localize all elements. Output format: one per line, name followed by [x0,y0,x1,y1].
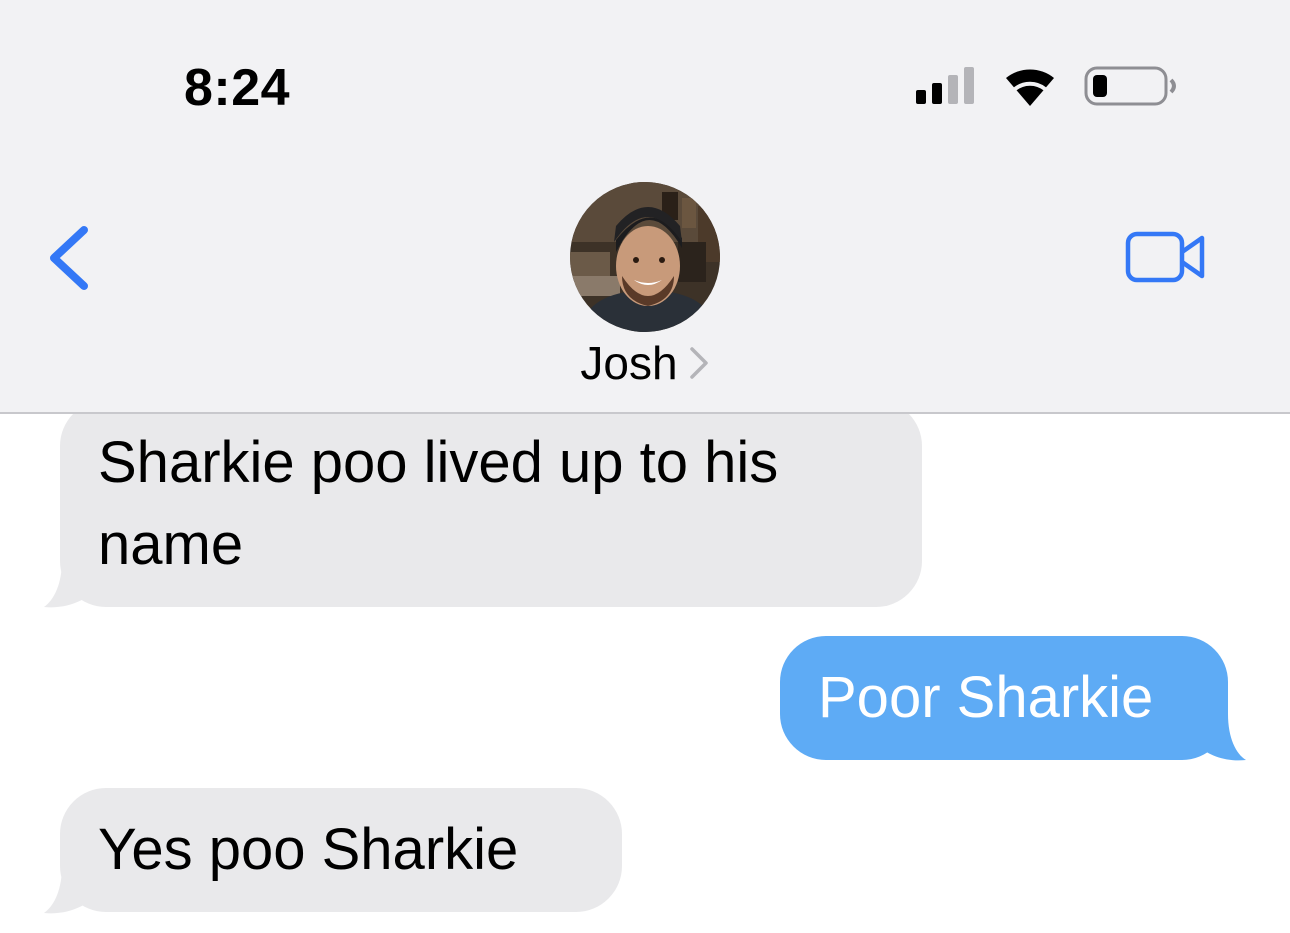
cellular-signal-icon [916,67,974,104]
facetime-video-button[interactable] [1118,224,1214,290]
avatar-photo [570,182,720,332]
message-text: Sharkie poo lived up to his name [98,430,779,577]
contact-name-button[interactable]: Josh [0,336,1290,390]
message-bubble-incoming[interactable]: Sharkie poo lived up to his name [60,400,922,607]
status-time: 8:24 [184,59,291,117]
wifi-icon [1002,64,1058,106]
messages-screen: Sharkie poo lived up to his name Poor Sh… [0,0,1290,933]
contact-name: Josh [580,337,678,389]
conversation-header: 8:24 Josh [0,0,1290,414]
message-bubble-outgoing[interactable]: Poor Sharkie [780,636,1228,760]
video-camera-icon [1125,231,1205,283]
avatar[interactable] [570,182,720,332]
back-button[interactable] [40,222,100,294]
battery-icon [1084,66,1176,106]
message-text: Poor Sharkie [818,665,1154,730]
message-bubble-incoming[interactable]: Yes poo Sharkie [60,788,622,912]
chevron-right-icon [689,347,708,379]
message-text: Yes poo Sharkie [98,817,519,882]
chevron-left-icon [50,226,88,290]
status-icons [916,64,1176,106]
